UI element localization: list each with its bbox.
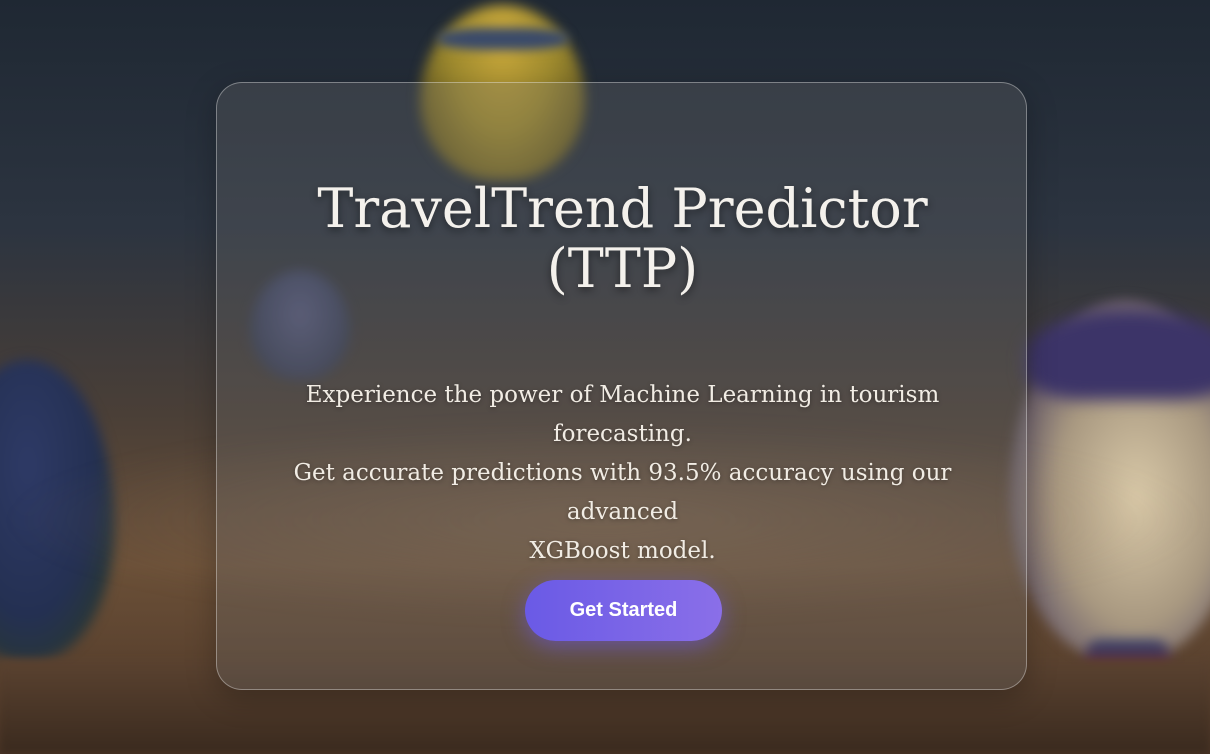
description-line: Experience the power of Machine Learning…: [305, 382, 940, 408]
description-line: Get accurate predictions with 93.5% accu…: [293, 460, 952, 525]
description-line: forecasting.: [553, 421, 692, 447]
title-line-1: TravelTrend Predictor: [317, 177, 928, 240]
balloon-right-top: [1025, 310, 1210, 400]
hero-description: Experience the power of Machine Learning…: [257, 376, 988, 571]
balloon-yellow-band: [438, 28, 568, 50]
description-line: XGBoost model.: [529, 538, 716, 564]
get-started-button[interactable]: Get Started: [525, 580, 722, 641]
page-title: TravelTrend Predictor (TTP): [217, 179, 1028, 299]
hero-card: TravelTrend Predictor (TTP) Experience t…: [216, 82, 1027, 690]
title-line-2: (TTP): [546, 237, 699, 300]
